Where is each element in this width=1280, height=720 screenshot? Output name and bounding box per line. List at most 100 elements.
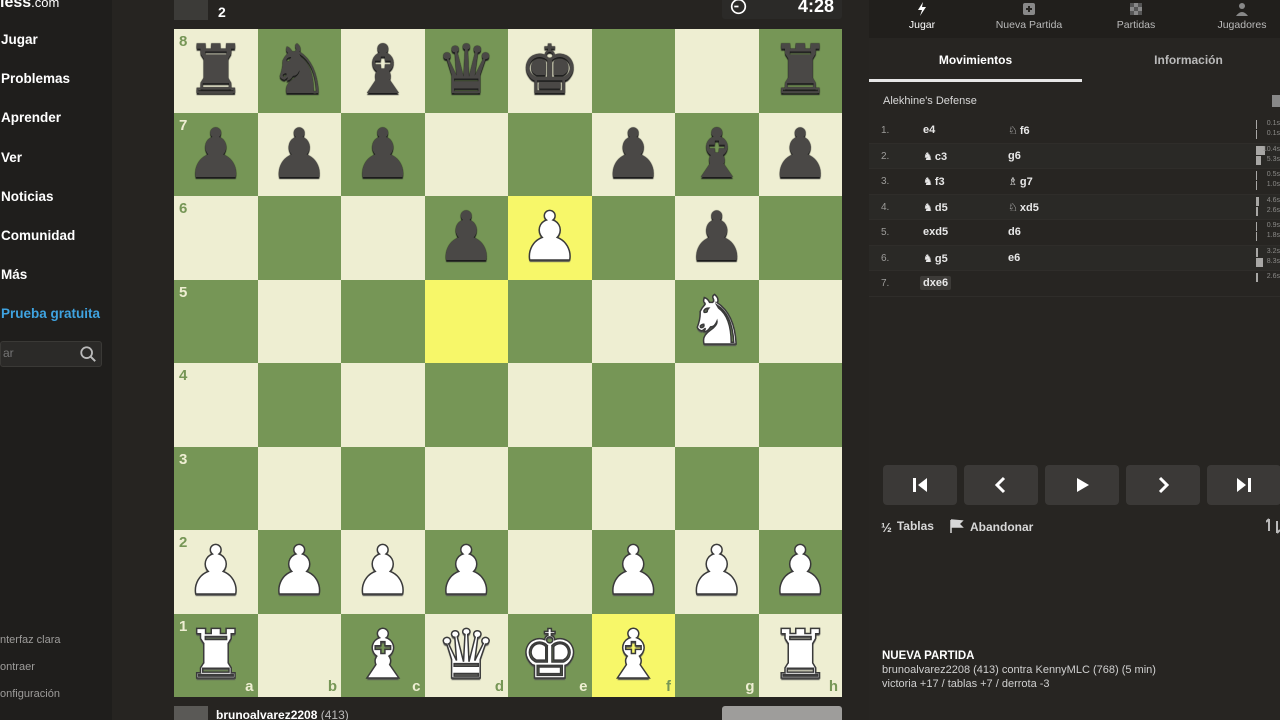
white-bishop-icon[interactable]: ♝ (592, 614, 676, 698)
white-pawn-icon[interactable]: ♟ (759, 530, 843, 614)
black-move[interactable]: g6 (1005, 149, 1024, 163)
square-g6[interactable]: ♟ (675, 196, 759, 280)
black-pawn-icon[interactable]: ♟ (174, 113, 258, 197)
white-bishop-icon[interactable]: ♝ (341, 614, 425, 698)
white-pawn-icon[interactable]: ♟ (258, 530, 342, 614)
square-h2[interactable]: ♟ (758, 530, 843, 614)
last-move-button[interactable] (1207, 465, 1280, 505)
square-a8[interactable]: 8 ♜ (174, 29, 258, 113)
play-button[interactable] (1045, 465, 1119, 505)
black-rook-icon[interactable]: ♜ (174, 29, 258, 113)
square-c8[interactable]: ♝ (341, 29, 425, 113)
white-queen-icon[interactable]: ♛ (425, 614, 509, 698)
square-d2[interactable]: ♟ (424, 530, 509, 614)
square-e5[interactable] (508, 279, 592, 363)
tab-players[interactable]: Jugadores (1192, 0, 1280, 38)
square-g3[interactable] (675, 446, 759, 530)
nav-noticias[interactable]: Noticias (1, 189, 54, 204)
square-d1[interactable]: d ♛ (424, 613, 509, 698)
search-input[interactable] (3, 346, 73, 360)
tab-games[interactable]: Partidas (1086, 0, 1186, 38)
player-name[interactable]: brunoalvarez2208 (413) (216, 708, 349, 720)
square-h8[interactable]: ♜ (758, 29, 843, 113)
square-c7[interactable]: ♟ (341, 112, 425, 197)
square-g7[interactable]: ♝ (675, 112, 759, 197)
previous-move-button[interactable] (964, 465, 1038, 505)
black-bishop-icon[interactable]: ♝ (675, 113, 759, 197)
nav-aprender[interactable]: Aprender (1, 110, 61, 125)
nav-free-trial[interactable]: Prueba gratuita (1, 306, 100, 321)
square-f1[interactable]: f ♝ (591, 613, 676, 698)
black-pawn-icon[interactable]: ♟ (341, 113, 425, 197)
square-d4[interactable] (424, 363, 508, 447)
square-e3[interactable] (508, 446, 592, 530)
square-c2[interactable]: ♟ (341, 530, 425, 614)
black-king-icon[interactable]: ♚ (508, 29, 592, 113)
white-pawn-icon[interactable]: ♟ (341, 530, 425, 614)
white-pawn-icon[interactable]: ♟ (508, 196, 592, 280)
white-pawn-icon[interactable]: ♟ (174, 530, 258, 614)
square-e1[interactable]: e ♚ (508, 613, 592, 698)
white-move[interactable]: ♞ g5 (920, 251, 951, 266)
black-pawn-icon[interactable]: ♟ (675, 196, 759, 280)
black-pawn-icon[interactable]: ♟ (425, 196, 509, 280)
white-pawn-icon[interactable]: ♟ (675, 530, 759, 614)
square-c5[interactable] (341, 279, 425, 363)
collapse-link[interactable]: ontraer (0, 661, 35, 673)
black-move[interactable]: e6 (1005, 251, 1023, 265)
square-h4[interactable] (758, 363, 842, 447)
square-b8[interactable]: ♞ (257, 29, 342, 113)
square-b5[interactable] (257, 279, 341, 363)
square-c1[interactable]: c ♝ (341, 613, 425, 698)
white-pawn-icon[interactable]: ♟ (592, 530, 676, 614)
black-pawn-icon[interactable]: ♟ (258, 113, 342, 197)
flip-board-icon[interactable] (1266, 518, 1280, 534)
tab-moves[interactable]: Movimientos (869, 44, 1082, 82)
square-f3[interactable] (591, 446, 675, 530)
draw-button[interactable]: ½ Tablas (881, 519, 934, 535)
white-rook-icon[interactable]: ♜ (759, 614, 843, 698)
nav-mas[interactable]: Más (1, 267, 27, 282)
square-g2[interactable]: ♟ (675, 530, 759, 614)
square-d6[interactable]: ♟ (424, 196, 509, 280)
square-g8[interactable] (675, 29, 759, 113)
white-rook-icon[interactable]: ♜ (174, 614, 258, 698)
square-f7[interactable]: ♟ (591, 112, 676, 197)
black-pawn-icon[interactable]: ♟ (592, 113, 676, 197)
nav-problemas[interactable]: Problemas (1, 71, 70, 86)
square-h5[interactable] (758, 279, 842, 363)
square-h7[interactable]: ♟ (758, 112, 843, 197)
square-g5[interactable]: ♞ (675, 279, 759, 363)
square-f4[interactable] (591, 363, 675, 447)
square-d3[interactable] (424, 446, 508, 530)
white-move[interactable]: ♞ d5 (920, 200, 951, 215)
resign-button[interactable]: Abandonar (949, 519, 1033, 534)
white-king-icon[interactable]: ♚ (508, 614, 592, 698)
square-e7[interactable] (508, 112, 592, 196)
square-b3[interactable] (257, 446, 341, 530)
black-move[interactable]: ♗ g7 (1005, 174, 1036, 189)
logo[interactable]: less.com (0, 0, 59, 12)
white-pawn-icon[interactable]: ♟ (425, 530, 509, 614)
search-icon[interactable] (79, 345, 97, 363)
black-move[interactable]: d6 (1005, 225, 1024, 239)
black-rook-icon[interactable]: ♜ (759, 29, 843, 113)
black-bishop-icon[interactable]: ♝ (341, 29, 425, 113)
nav-ver[interactable]: Ver (1, 150, 22, 165)
square-b6[interactable] (257, 196, 341, 280)
square-e2[interactable] (508, 530, 592, 614)
white-move[interactable]: ♞ f3 (920, 174, 948, 189)
square-d8[interactable]: ♛ (424, 29, 508, 113)
square-c4[interactable] (341, 363, 425, 447)
square-g4[interactable] (675, 363, 759, 447)
nav-comunidad[interactable]: Comunidad (1, 228, 75, 243)
square-h3[interactable] (758, 446, 842, 530)
square-a5[interactable]: 5 (174, 279, 258, 363)
black-pawn-icon[interactable]: ♟ (759, 113, 843, 197)
square-g1[interactable]: g (675, 613, 759, 697)
tab-jugar[interactable]: Jugar (872, 0, 972, 38)
square-a4[interactable]: 4 (174, 363, 258, 447)
settings-link[interactable]: onfiguración (0, 688, 60, 700)
black-knight-icon[interactable]: ♞ (258, 29, 342, 113)
square-a6[interactable]: 6 (174, 196, 258, 280)
